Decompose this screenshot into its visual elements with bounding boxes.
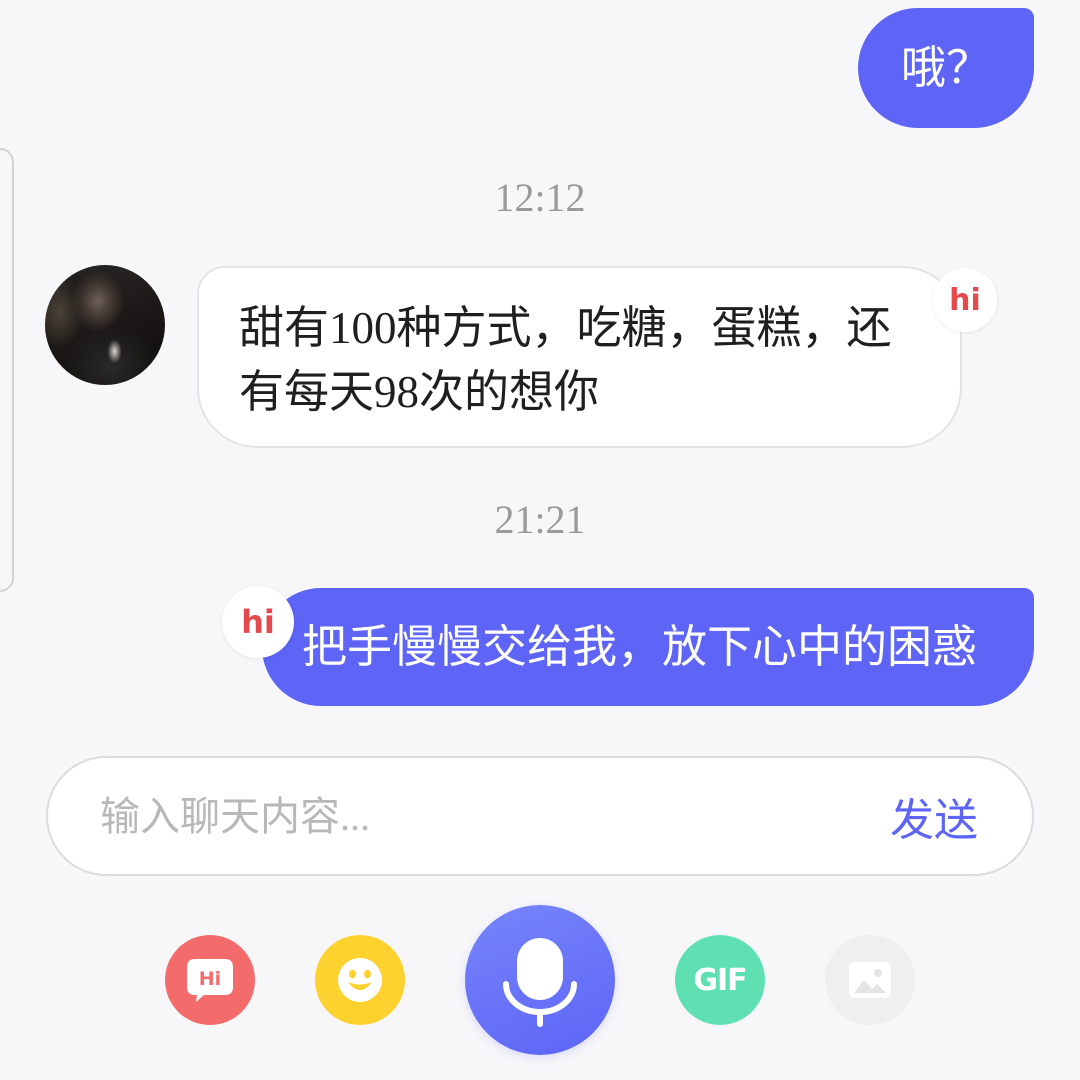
- image-picker-button[interactable]: [825, 935, 915, 1025]
- smiley-left-eye: [349, 969, 356, 979]
- smiley-face: [338, 958, 382, 1002]
- message-text: 甜有100种方式，吃糖，蛋糕，还有每天98次的想你: [239, 303, 892, 417]
- smiley-right-eye: [364, 969, 371, 979]
- contact-avatar[interactable]: [45, 265, 165, 385]
- emoji-button[interactable]: [315, 935, 405, 1025]
- image-sun: [874, 969, 882, 977]
- message-bubble-outgoing[interactable]: 哦？: [858, 8, 1034, 128]
- send-button[interactable]: 发送: [890, 758, 978, 874]
- message-text: 把手慢慢交给我，放下心中的困惑: [302, 622, 978, 672]
- hi-sticker-label: Hi: [199, 968, 221, 990]
- gif-icon: GIF: [693, 962, 747, 998]
- message-timestamp: 21:21: [494, 497, 586, 542]
- message-bubble-incoming[interactable]: 甜有100种方式，吃糖，蛋糕，还有每天98次的想你: [197, 266, 962, 448]
- message-input[interactable]: [100, 758, 860, 874]
- hi-bubble-icon: Hi: [187, 959, 233, 1002]
- message-text: 哦？: [900, 43, 991, 93]
- smiley-icon: [338, 958, 382, 1002]
- message-bubble-outgoing[interactable]: 把手慢慢交给我，放下心中的困惑: [262, 588, 1034, 706]
- message-timestamp: 12:12: [494, 175, 586, 220]
- microphone-body: [517, 938, 563, 1000]
- hi-badge: hi: [933, 268, 997, 332]
- gif-button[interactable]: GIF: [675, 935, 765, 1025]
- message-composer: 发送: [46, 756, 1034, 876]
- microphone-icon: [503, 938, 577, 1027]
- chat-screen: 哦？ 12:12 甜有100种方式，吃糖，蛋糕，还有每天98次的想你 hi 21…: [0, 0, 1080, 1080]
- image-icon: [849, 962, 891, 998]
- hi-sticker-button[interactable]: Hi: [165, 935, 255, 1025]
- voice-record-button[interactable]: [465, 905, 615, 1055]
- hi-badge: hi: [222, 586, 294, 658]
